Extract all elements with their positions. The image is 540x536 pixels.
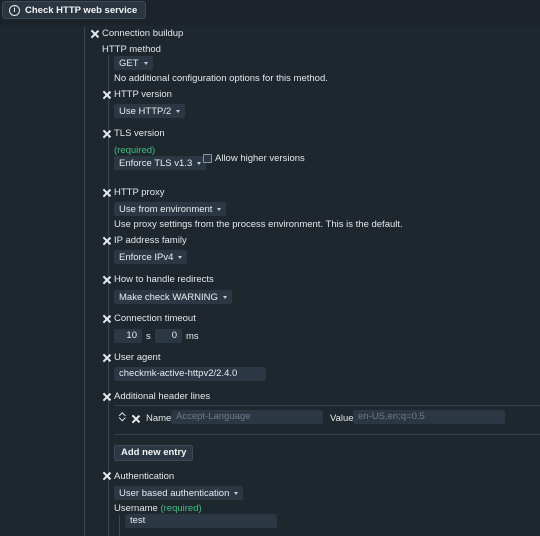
http-proxy-label: HTTP proxy [114, 187, 165, 198]
check-title: Check HTTP web service [25, 4, 138, 16]
auth-tree-line [119, 515, 120, 536]
chevron-down-icon [143, 61, 148, 65]
remove-timeout-icon[interactable] [103, 315, 111, 323]
http-version-select[interactable]: Use HTTP/2 [114, 104, 186, 118]
timeout-seconds-input[interactable]: 10 [114, 329, 142, 343]
header-value-label: Value [330, 413, 354, 424]
tree-line-outer [84, 27, 85, 536]
header-lines-label: Additional header lines [114, 391, 211, 402]
remove-user-agent-icon[interactable] [103, 354, 111, 362]
collapse-connection-icon[interactable] [91, 30, 99, 38]
user-agent-input[interactable]: checkmk-active-httpv2/2.4.0 [114, 367, 266, 381]
remove-http-proxy-icon[interactable] [103, 189, 111, 197]
ip-family-label: IP address family [114, 235, 187, 246]
http-proxy-value: Use from environment [119, 203, 213, 215]
username-required-note: (required) [160, 503, 202, 514]
timeout-seconds-unit: s [146, 331, 151, 342]
reorder-icon[interactable] [118, 411, 126, 423]
remove-ip-family-icon[interactable] [103, 237, 111, 245]
tls-version-select[interactable]: Enforce TLS v1.3 [114, 156, 207, 170]
http-method-label: HTTP method [102, 44, 161, 55]
chevron-down-icon [176, 109, 181, 113]
tree-line-inner [108, 55, 109, 536]
allow-higher-versions-label: Allow higher versions [215, 153, 305, 164]
header-lines-divider-top [114, 405, 540, 406]
chevron-down-icon [197, 161, 202, 165]
username-input[interactable]: test [125, 514, 277, 528]
info-icon: i [9, 4, 20, 16]
authentication-label: Authentication [114, 471, 175, 482]
remove-redirects-icon[interactable] [103, 276, 111, 284]
add-new-entry-button[interactable]: Add new entry [114, 445, 194, 461]
authentication-value: User based authentication [119, 487, 230, 499]
chevron-down-icon [178, 255, 183, 259]
redirects-select[interactable]: Make check WARNING [114, 290, 232, 304]
check-title-button[interactable]: i Check HTTP web service [2, 1, 147, 19]
remove-tls-version-icon[interactable] [103, 130, 111, 138]
username-label: Username (required) [114, 503, 202, 514]
http-version-label: HTTP version [114, 89, 172, 100]
header-name-input[interactable]: Accept-Language [171, 410, 323, 424]
http-method-value: GET [119, 57, 139, 69]
chevron-down-icon [222, 295, 227, 299]
remove-authentication-icon[interactable] [103, 472, 111, 480]
timeout-ms-input[interactable]: 0 [155, 329, 182, 343]
header-value-input[interactable]: en-US,en;q=0.5 [353, 410, 505, 424]
form-area: Connection buildup HTTP method GET No ad… [0, 25, 540, 536]
http-proxy-note: Use proxy settings from the process envi… [114, 219, 403, 230]
timeout-label: Connection timeout [114, 313, 196, 324]
ip-family-value: Enforce IPv4 [119, 251, 174, 263]
remove-header-lines-icon[interactable] [103, 393, 111, 401]
remove-http-version-icon[interactable] [103, 91, 111, 99]
redirects-label: How to handle redirects [114, 274, 214, 285]
authentication-select[interactable]: User based authentication [114, 486, 244, 500]
http-proxy-select[interactable]: Use from environment [114, 202, 227, 216]
chevron-down-icon [217, 207, 222, 211]
top-bar: i Check HTTP web service [0, 0, 540, 25]
http-method-select[interactable]: GET [114, 56, 153, 70]
chevron-down-icon [234, 491, 239, 495]
header-lines-divider-bottom [114, 434, 540, 435]
redirects-value: Make check WARNING [119, 291, 218, 303]
tls-version-value: Enforce TLS v1.3 [119, 157, 193, 169]
http-method-note: No additional configuration options for … [114, 73, 328, 84]
tls-version-label: TLS version [114, 128, 165, 139]
timeout-ms-unit: ms [186, 331, 199, 342]
remove-header-entry-icon[interactable] [132, 415, 140, 423]
ip-family-select[interactable]: Enforce IPv4 [114, 250, 188, 264]
username-label-text: Username [114, 503, 158, 514]
tls-required-note: (required) [114, 145, 156, 156]
section-title: Connection buildup [102, 28, 184, 39]
user-agent-label: User agent [114, 352, 161, 363]
header-name-label: Name [146, 413, 172, 424]
allow-higher-versions-checkbox[interactable] [203, 154, 212, 163]
http-version-value: Use HTTP/2 [119, 105, 172, 117]
